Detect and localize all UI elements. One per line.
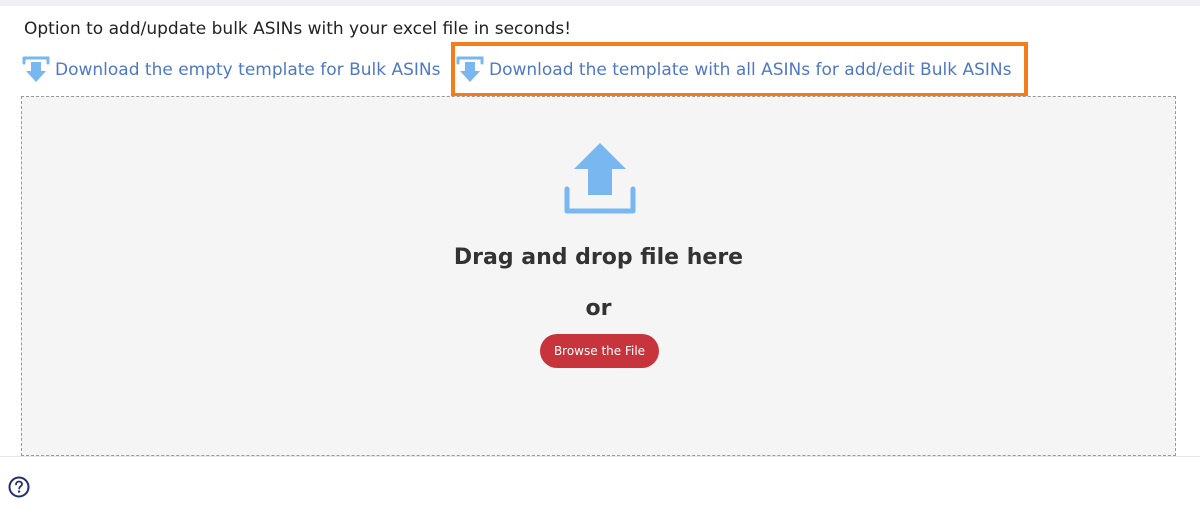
bottom-divider (0, 456, 1200, 457)
download-icon (456, 55, 484, 85)
intro-text: Option to add/update bulk ASINs with you… (24, 19, 572, 39)
help-icon[interactable] (8, 476, 30, 498)
browse-file-button[interactable]: Browse the File (540, 334, 659, 368)
download-icon (22, 55, 50, 85)
download-empty-template-label: Download the empty template for Bulk ASI… (55, 60, 441, 80)
file-dropzone[interactable]: Drag and drop file here or Browse the Fi… (21, 96, 1176, 456)
drop-title: Drag and drop file here (453, 245, 744, 270)
download-all-asins-template-link[interactable]: Download the template with all ASINs for… (456, 55, 1011, 85)
download-empty-template-link[interactable]: Download the empty template for Bulk ASI… (22, 55, 441, 85)
top-strip (0, 0, 1200, 6)
drop-or-text: or (585, 296, 612, 321)
download-all-asins-template-label: Download the template with all ASINs for… (489, 60, 1012, 80)
upload-icon (562, 139, 638, 215)
